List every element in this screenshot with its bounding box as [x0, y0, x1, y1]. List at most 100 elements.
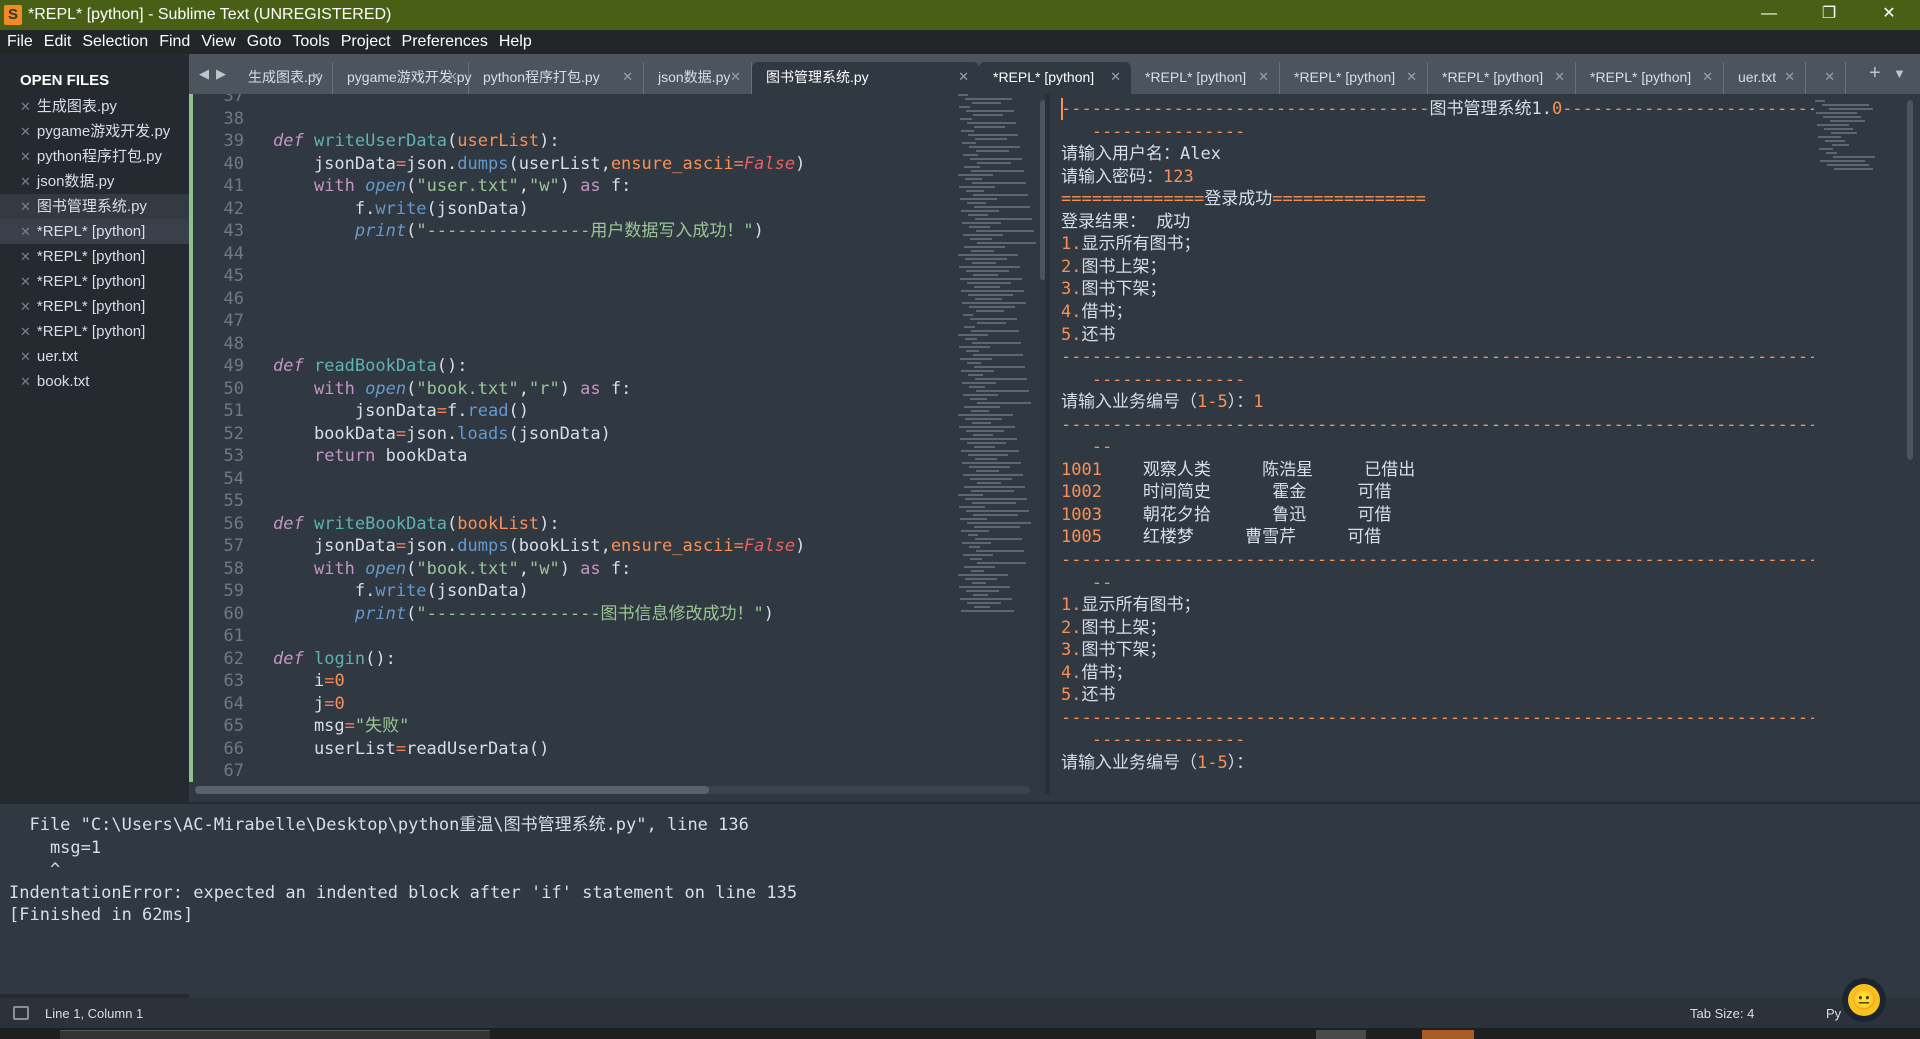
sidebar-file-item[interactable]: ✕ uer.txt — [0, 344, 189, 369]
tab-close-icon[interactable]: ✕ — [1406, 62, 1417, 92]
tab-close-icon[interactable]: ✕ — [958, 62, 969, 92]
tab[interactable]: *REPL* [python] ✕ — [1280, 62, 1428, 94]
tab-close-icon[interactable]: ✕ — [1258, 62, 1269, 92]
minimap-line — [973, 434, 993, 436]
file-label: uer.txt — [36, 348, 78, 365]
menu-goto[interactable]: Goto — [247, 33, 282, 51]
menu-edit[interactable]: Edit — [44, 33, 72, 51]
close-icon[interactable]: ✕ — [20, 199, 31, 214]
code-token: userList — [457, 131, 540, 151]
minimap-line — [966, 270, 1009, 272]
minimap-line — [968, 374, 983, 376]
tab-close-icon[interactable]: ✕ — [311, 62, 322, 92]
emoji-assistant-icon[interactable]: 😐 — [1842, 978, 1886, 1022]
menu-help[interactable]: Help — [499, 33, 532, 51]
tab-list-dropdown-icon[interactable]: ▼ — [1893, 66, 1906, 81]
sidebar-file-item[interactable]: ✕ *REPL* [python] — [0, 294, 189, 319]
tab[interactable]: pygame游戏开发.py ✕ — [333, 62, 471, 94]
code-text: def readBookData(): — [273, 355, 468, 378]
panel-toggle-icon[interactable] — [13, 1006, 29, 1020]
sidebar-file-item[interactable]: ✕ 图书管理系统.py — [0, 194, 189, 219]
code-text: def login(): — [273, 648, 396, 671]
tab[interactable]: json数据.py ✕ — [644, 62, 752, 94]
close-icon[interactable]: ✕ — [20, 249, 31, 264]
close-icon[interactable]: ✕ — [20, 124, 31, 139]
code-token: print — [354, 603, 407, 624]
cursor-position[interactable]: Line 1, Column 1 — [45, 1006, 143, 1021]
tab[interactable]: 生成图表.py ✕ — [234, 62, 333, 94]
tab-close-icon[interactable]: ✕ — [1554, 62, 1565, 92]
repl-token: -- — [1061, 572, 1113, 593]
minimap-line — [972, 502, 1016, 504]
tab[interactable]: python程序打包.py ✕ — [469, 62, 644, 94]
close-icon[interactable]: ✕ — [20, 324, 31, 339]
menu-view[interactable]: View — [201, 33, 235, 51]
tab[interactable]: *REPL* [python] ✕ — [979, 62, 1131, 94]
minimap-line — [960, 518, 987, 520]
file-label: *REPL* [python] — [36, 273, 146, 290]
close-icon[interactable]: ✕ — [20, 149, 31, 164]
repl-line: 2.图书上架； — [1061, 256, 1814, 279]
tab[interactable]: *REPL* [python] ✕ — [1576, 62, 1724, 94]
file-label: pygame游戏开发.py — [36, 123, 171, 140]
sidebar-file-item[interactable]: ✕ pygame游戏开发.py — [0, 119, 189, 144]
tab-prev-icon[interactable]: ◀ — [199, 66, 209, 82]
close-icon[interactable]: ✕ — [20, 224, 31, 239]
syntax-indicator[interactable]: Py — [1826, 1006, 1841, 1021]
code-text: f.write(jsonData) — [273, 198, 529, 221]
close-icon[interactable]: ✕ — [20, 99, 31, 114]
tab[interactable]: *REPL* [python] ✕ — [1428, 62, 1576, 94]
horizontal-scrollbar[interactable] — [195, 786, 709, 794]
repl-pane[interactable]: ------------------------------------图书管理… — [1050, 94, 1920, 794]
menu-find[interactable]: Find — [159, 33, 190, 51]
sidebar-file-item[interactable]: ✕ *REPL* [python] — [0, 244, 189, 269]
sidebar-file-item[interactable]: ✕ 生成图表.py — [0, 94, 189, 119]
repl-line: 1.显示所有图书； — [1061, 594, 1814, 617]
menu-selection[interactable]: Selection — [82, 33, 148, 51]
minimap-line — [969, 466, 1010, 468]
close-icon[interactable]: ✕ — [20, 374, 31, 389]
build-output-panel[interactable]: File "C:\Users\AC-Mirabelle\Desktop\pyth… — [0, 802, 1920, 994]
code-text: print("----------------用户数据写入成功！") — [273, 220, 764, 243]
tab-close-icon[interactable]: ✕ — [1702, 62, 1713, 92]
sidebar-file-item[interactable]: ✕ *REPL* [python] — [0, 269, 189, 294]
tab-next-icon[interactable]: ▶ — [216, 66, 226, 82]
menu-tools[interactable]: Tools — [292, 33, 329, 51]
tab-close-icon[interactable]: ✕ — [1784, 62, 1795, 92]
close-icon[interactable]: ✕ — [20, 174, 31, 189]
editor-minimap[interactable] — [958, 94, 1038, 694]
close-icon[interactable]: ✕ — [20, 274, 31, 289]
tab-close-icon[interactable]: ✕ — [1824, 62, 1835, 92]
maximize-button[interactable]: ❐ — [1806, 0, 1852, 30]
close-button[interactable]: ✕ — [1866, 0, 1912, 30]
sidebar-file-item[interactable]: ✕ book.txt — [0, 369, 189, 394]
tab-close-icon[interactable]: ✕ — [622, 62, 633, 92]
code-editor[interactable]: 37 38 39 def writeUserData(userList): 40 jso… — [189, 94, 1041, 794]
menu-project[interactable]: Project — [341, 33, 391, 51]
tab[interactable]: ✕ — [1806, 62, 1846, 94]
close-icon[interactable]: ✕ — [20, 349, 31, 364]
tab-close-icon[interactable]: ✕ — [730, 62, 741, 92]
code-text: i=0 — [273, 670, 345, 693]
menu-file[interactable]: File — [7, 33, 33, 51]
tab[interactable]: uer.txt ✕ — [1724, 62, 1806, 94]
tab-size[interactable]: Tab Size: 4 — [1690, 1006, 1754, 1021]
sidebar-file-item[interactable]: ✕ *REPL* [python] — [0, 319, 189, 344]
sidebar-file-item[interactable]: ✕ json数据.py — [0, 169, 189, 194]
repl-minimap[interactable] — [1815, 100, 1875, 180]
minimap-line — [972, 262, 996, 264]
sidebar-file-item[interactable]: ✕ python程序打包.py — [0, 144, 189, 169]
tab[interactable]: 图书管理系统.py ✕ — [752, 62, 979, 94]
minimize-button[interactable]: — — [1746, 0, 1792, 30]
repl-vertical-scrollbar[interactable] — [1907, 100, 1913, 460]
sidebar-file-item[interactable]: ✕ *REPL* [python] — [0, 219, 189, 244]
code-token: with — [313, 176, 355, 196]
new-tab-icon[interactable]: + — [1869, 62, 1881, 85]
minimap-line — [965, 578, 997, 580]
tab[interactable]: *REPL* [python] ✕ — [1131, 62, 1280, 94]
tab-close-icon[interactable]: ✕ — [447, 62, 458, 92]
close-icon[interactable]: ✕ — [20, 299, 31, 314]
code-token: print — [354, 221, 407, 241]
tab-close-icon[interactable]: ✕ — [1110, 62, 1121, 92]
menu-preferences[interactable]: Preferences — [402, 33, 488, 51]
